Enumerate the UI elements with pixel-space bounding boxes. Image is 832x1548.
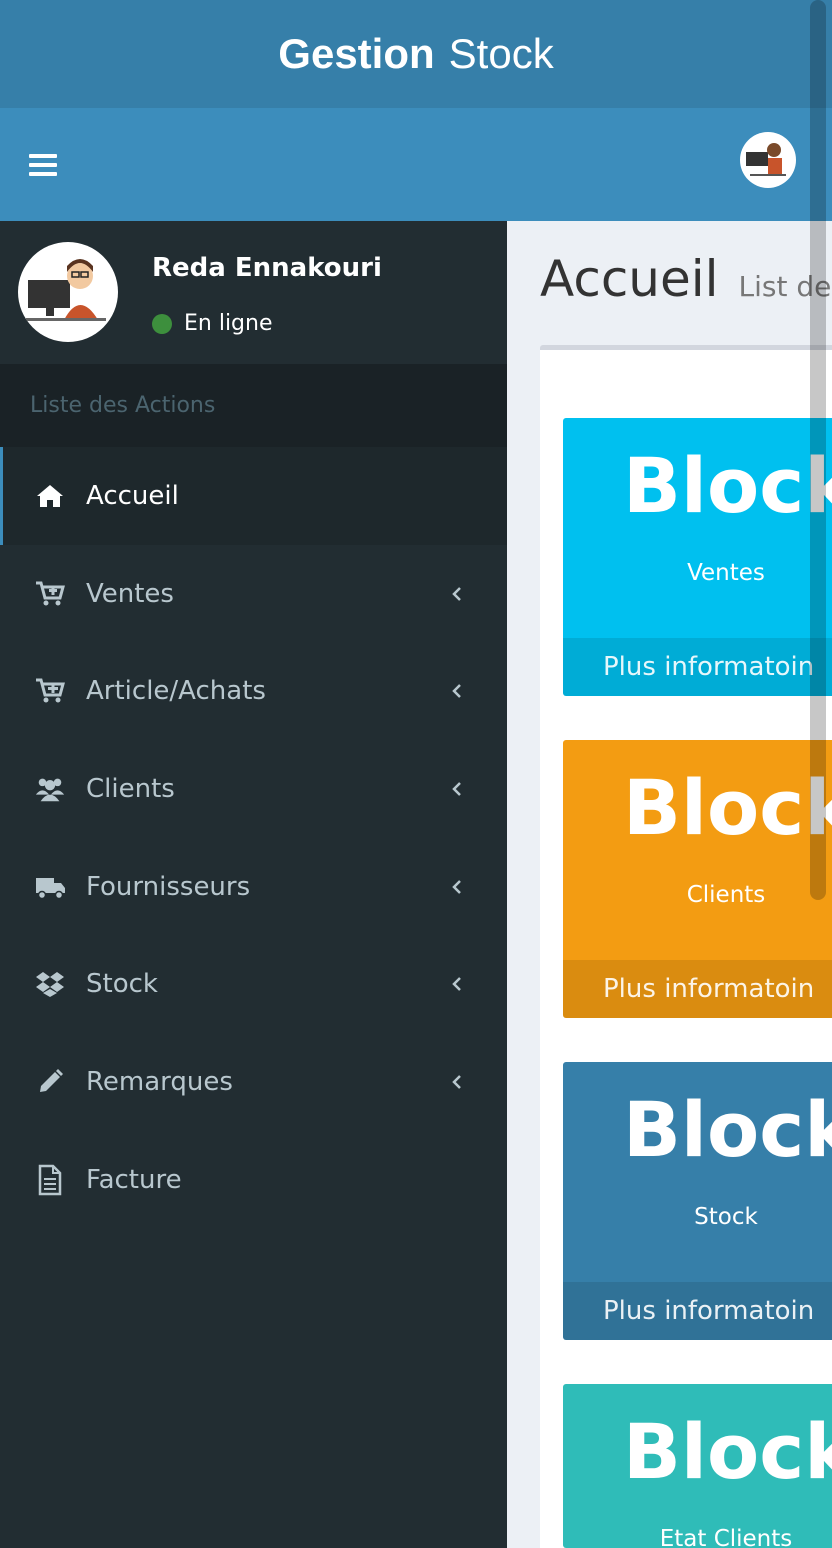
status-text: En ligne [184,311,273,336]
online-status-icon [152,313,172,334]
small-box-ventes: Block Ventes Plus informatoin [563,418,832,696]
sidebar-item-label: Ventes [86,578,174,609]
logo-bold: Gestion [278,30,435,77]
navbar-avatar[interactable] [740,132,796,188]
sidebar-item-fournisseurs[interactable]: Fournisseurs [0,838,507,936]
sidebar-item-label: Facture [86,1164,182,1195]
sidebar-item-ventes[interactable]: Ventes [0,545,507,643]
users-icon [34,773,66,805]
small-box-number: Block [623,1407,832,1496]
sidebar-item-stock[interactable]: Stock [0,935,507,1033]
sidebar-item-facture[interactable]: Facture [0,1131,507,1229]
sidebar-item-article-achats[interactable]: Article/Achats [0,642,507,740]
vertical-scrollbar[interactable] [810,0,826,900]
small-box-label: Etat Clients [659,1526,793,1548]
small-box-number: Block [623,441,832,530]
top-navbar [0,108,832,221]
small-box-footer-link[interactable]: Plus informatoin [563,638,832,696]
sidebar-item-remarques[interactable]: Remarques [0,1033,507,1131]
small-box-footer-link[interactable]: Plus informatoin [563,1282,832,1340]
small-box-footer-link[interactable]: Plus informatoin [563,960,832,1018]
pencil-icon [34,1066,66,1098]
user-name: Reda Ennakouri [152,253,382,283]
page-title: Accueil [540,250,719,308]
main-sidebar: Reda Ennakouri En ligne Liste des Action… [0,221,507,1548]
content-header: Accueil List des c [540,250,832,308]
user-status: En ligne [152,311,273,336]
small-box-clients: Block Clients Plus informatoin [563,740,832,1018]
sidebar-item-label: Remarques [86,1066,233,1097]
sidebar-item-label: Clients [86,773,175,804]
user-panel: Reda Ennakouri En ligne [0,221,507,364]
app-logo[interactable]: Gestion Stock [0,0,832,108]
chevron-left-icon [452,879,461,894]
sidebar-toggle-icon[interactable] [29,154,57,178]
sidebar-item-accueil[interactable]: Accueil [0,447,507,545]
sidebar-item-label: Stock [86,969,158,1000]
sidebar-item-label: Accueil [86,480,179,511]
chevron-left-icon [452,782,461,796]
chevron-left-icon [452,977,461,992]
truck-icon [34,871,66,903]
chevron-left-icon [452,1075,461,1089]
small-box-stock: Block Stock Plus informatoin [563,1062,832,1340]
menu-header: Liste des Actions [0,364,507,447]
logo-light: Stock [448,30,554,77]
sidebar-item-clients[interactable]: Clients [0,740,507,838]
chevron-left-icon [452,684,461,699]
small-box-label: Clients [686,882,766,908]
home-icon [34,480,66,512]
small-box-number: Block [623,763,832,852]
cart-plus-icon [34,675,66,707]
sidebar-item-label: Article/Achats [86,676,266,707]
small-box-label: Stock [694,1204,758,1230]
sidebar-item-label: Fournisseurs [86,871,251,902]
small-box-label: Ventes [687,560,765,586]
cart-icon [34,578,66,610]
file-icon [34,1164,66,1196]
dropbox-icon [34,968,66,1000]
chevron-left-icon [452,586,461,601]
small-box-etat-clients: Block Etat Clients [563,1384,832,1548]
small-box-number: Block [623,1085,832,1174]
user-avatar [18,242,118,342]
